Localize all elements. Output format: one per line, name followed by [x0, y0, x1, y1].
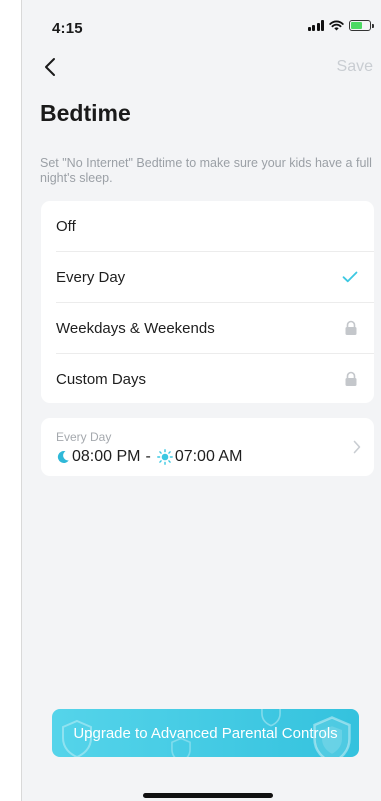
option-custom-days[interactable]: Custom Days — [41, 354, 374, 404]
page-description: Set "No Internet" Bedtime to make sure y… — [40, 156, 372, 185]
schedule-time-range: 08:00 PM - 07:00 AM — [56, 448, 242, 466]
lock-icon — [345, 320, 357, 335]
bedtime-options-list: Off Every Day Weekdays & Weekends Custom… — [41, 201, 374, 403]
back-icon[interactable] — [36, 52, 66, 82]
schedule-label: Every Day — [56, 430, 112, 444]
schedule-start-time: 08:00 PM — [72, 448, 141, 465]
page-title: Bedtime — [40, 100, 131, 126]
schedule-separator: - — [145, 448, 151, 465]
option-off[interactable]: Off — [41, 201, 374, 251]
option-label: Weekdays & Weekends — [56, 319, 215, 337]
schedule-item[interactable]: Every Day 08:00 PM - 07:00 AM — [41, 418, 374, 476]
option-label: Custom Days — [56, 370, 147, 388]
sun-icon — [156, 449, 173, 465]
upgrade-button-label: Upgrade to Advanced Parental Controls — [73, 724, 338, 742]
lock-icon — [345, 371, 357, 386]
save-button[interactable]: Save — [337, 58, 373, 76]
signal-icon — [307, 20, 324, 31]
status-bar: 4:15 — [22, 0, 381, 52]
app-screen: 4:15 Save Bedtime Set "No Internet" Bedt… — [21, 0, 381, 801]
moon-icon — [57, 450, 69, 463]
option-label: Off — [56, 217, 76, 235]
battery-icon — [349, 20, 374, 31]
home-indicator — [143, 793, 273, 798]
upgrade-button[interactable]: Upgrade to Advanced Parental Controls — [52, 709, 359, 757]
option-label: Every Day — [56, 268, 126, 286]
option-weekdays-weekends[interactable]: Weekdays & Weekends — [41, 303, 374, 353]
wifi-icon — [329, 20, 344, 31]
check-icon — [342, 271, 358, 283]
status-time: 4:15 — [52, 20, 83, 37]
chevron-right-icon — [353, 440, 361, 454]
option-every-day[interactable]: Every Day — [41, 252, 374, 302]
schedule-end-time: 07:00 AM — [174, 448, 243, 465]
status-icons — [307, 20, 374, 31]
